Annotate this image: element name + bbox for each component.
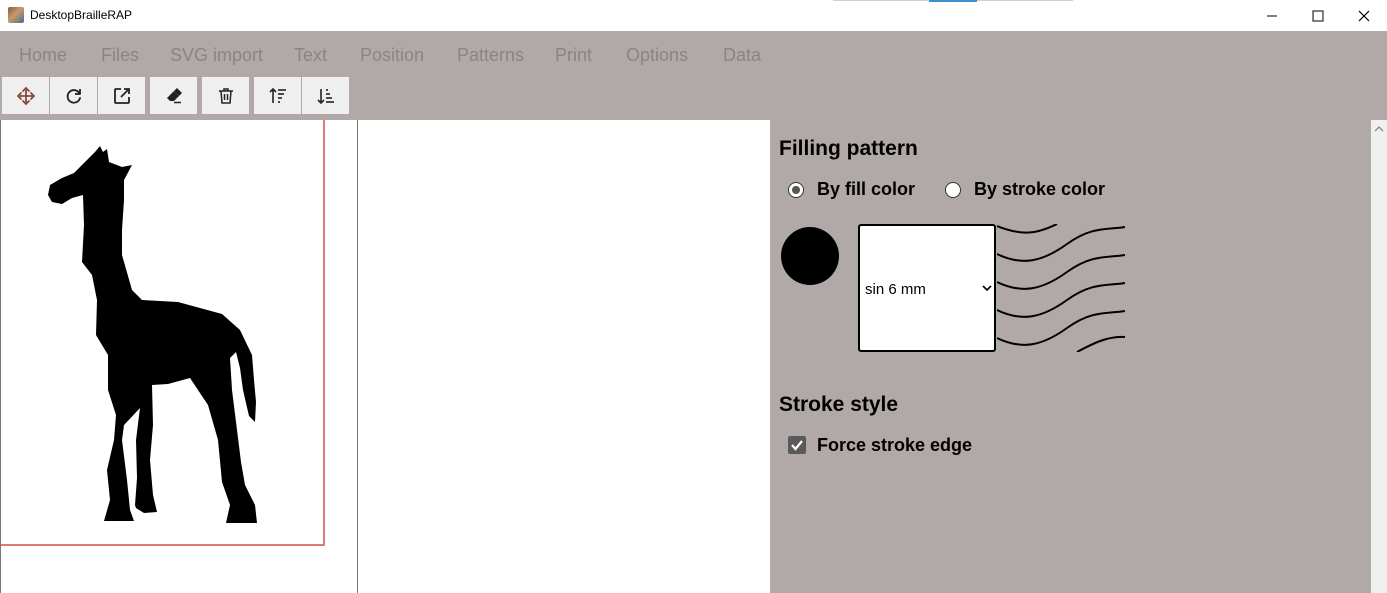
fill-color-swatch	[781, 227, 839, 285]
erase-button[interactable]	[150, 77, 197, 114]
sort-down-button[interactable]	[302, 77, 349, 114]
giraffe-shape[interactable]	[40, 140, 270, 530]
maximize-icon	[1312, 10, 1324, 21]
sort-descending-icon	[316, 88, 334, 104]
sort-ascending-icon	[268, 87, 286, 103]
minimize-button[interactable]	[1249, 0, 1295, 31]
menu-home[interactable]: Home	[19, 45, 67, 66]
menu-patterns[interactable]: Patterns	[457, 45, 524, 66]
force-stroke-checkbox[interactable]	[788, 436, 806, 454]
stroke-color-radio[interactable]	[945, 182, 961, 198]
force-stroke-label[interactable]: Force stroke edge	[817, 435, 972, 456]
close-icon	[1358, 10, 1370, 21]
minimize-icon	[1267, 15, 1277, 16]
menu-text[interactable]: Text	[294, 45, 327, 66]
stroke-style-heading: Stroke style	[779, 393, 899, 416]
move-icon	[16, 86, 35, 105]
pattern-select[interactable]: sin 6 mm	[858, 224, 996, 352]
fill-color-label[interactable]: By fill color	[817, 179, 915, 200]
menu-print[interactable]: Print	[555, 45, 592, 66]
menu-options[interactable]: Options	[626, 45, 688, 66]
checkmark-icon	[791, 440, 803, 451]
title-bar: DesktopBrailleRAP	[0, 0, 1387, 31]
canvas-divider	[357, 120, 358, 593]
menu-position[interactable]: Position	[360, 45, 424, 66]
menu-bar: Home Files SVG import Text Position Patt…	[0, 31, 1387, 75]
pattern-preview	[997, 224, 1125, 352]
trash-icon	[218, 87, 233, 104]
stroke-color-label[interactable]: By stroke color	[974, 179, 1105, 200]
title-bar-divider	[977, 0, 1073, 1]
rotate-icon	[66, 88, 81, 104]
external-open-icon	[113, 87, 130, 104]
menu-svg-import[interactable]: SVG import	[170, 45, 263, 66]
maximize-button[interactable]	[1295, 0, 1341, 31]
move-button[interactable]	[2, 77, 49, 114]
delete-button[interactable]	[202, 77, 249, 114]
fill-color-radio[interactable]	[788, 182, 804, 198]
menu-data[interactable]: Data	[723, 45, 761, 66]
title-bar-divider	[833, 0, 929, 1]
pattern-select-value: sin 6 mm	[865, 281, 926, 298]
filling-pattern-heading: Filling pattern	[779, 137, 918, 160]
menu-files[interactable]: Files	[101, 45, 139, 66]
close-button[interactable]	[1341, 0, 1387, 31]
rotate-button[interactable]	[50, 77, 97, 114]
eraser-icon	[166, 87, 182, 103]
window-title: DesktopBrailleRAP	[30, 8, 133, 22]
app-icon	[8, 7, 24, 23]
open-external-button[interactable]	[98, 77, 145, 114]
scroll-up-icon[interactable]	[1374, 124, 1384, 132]
vertical-scrollbar[interactable]	[1371, 120, 1387, 593]
sort-up-button[interactable]	[254, 77, 301, 114]
title-bar-accent	[929, 0, 977, 2]
chevron-down-icon	[982, 285, 992, 292]
toolbar	[0, 75, 1387, 120]
